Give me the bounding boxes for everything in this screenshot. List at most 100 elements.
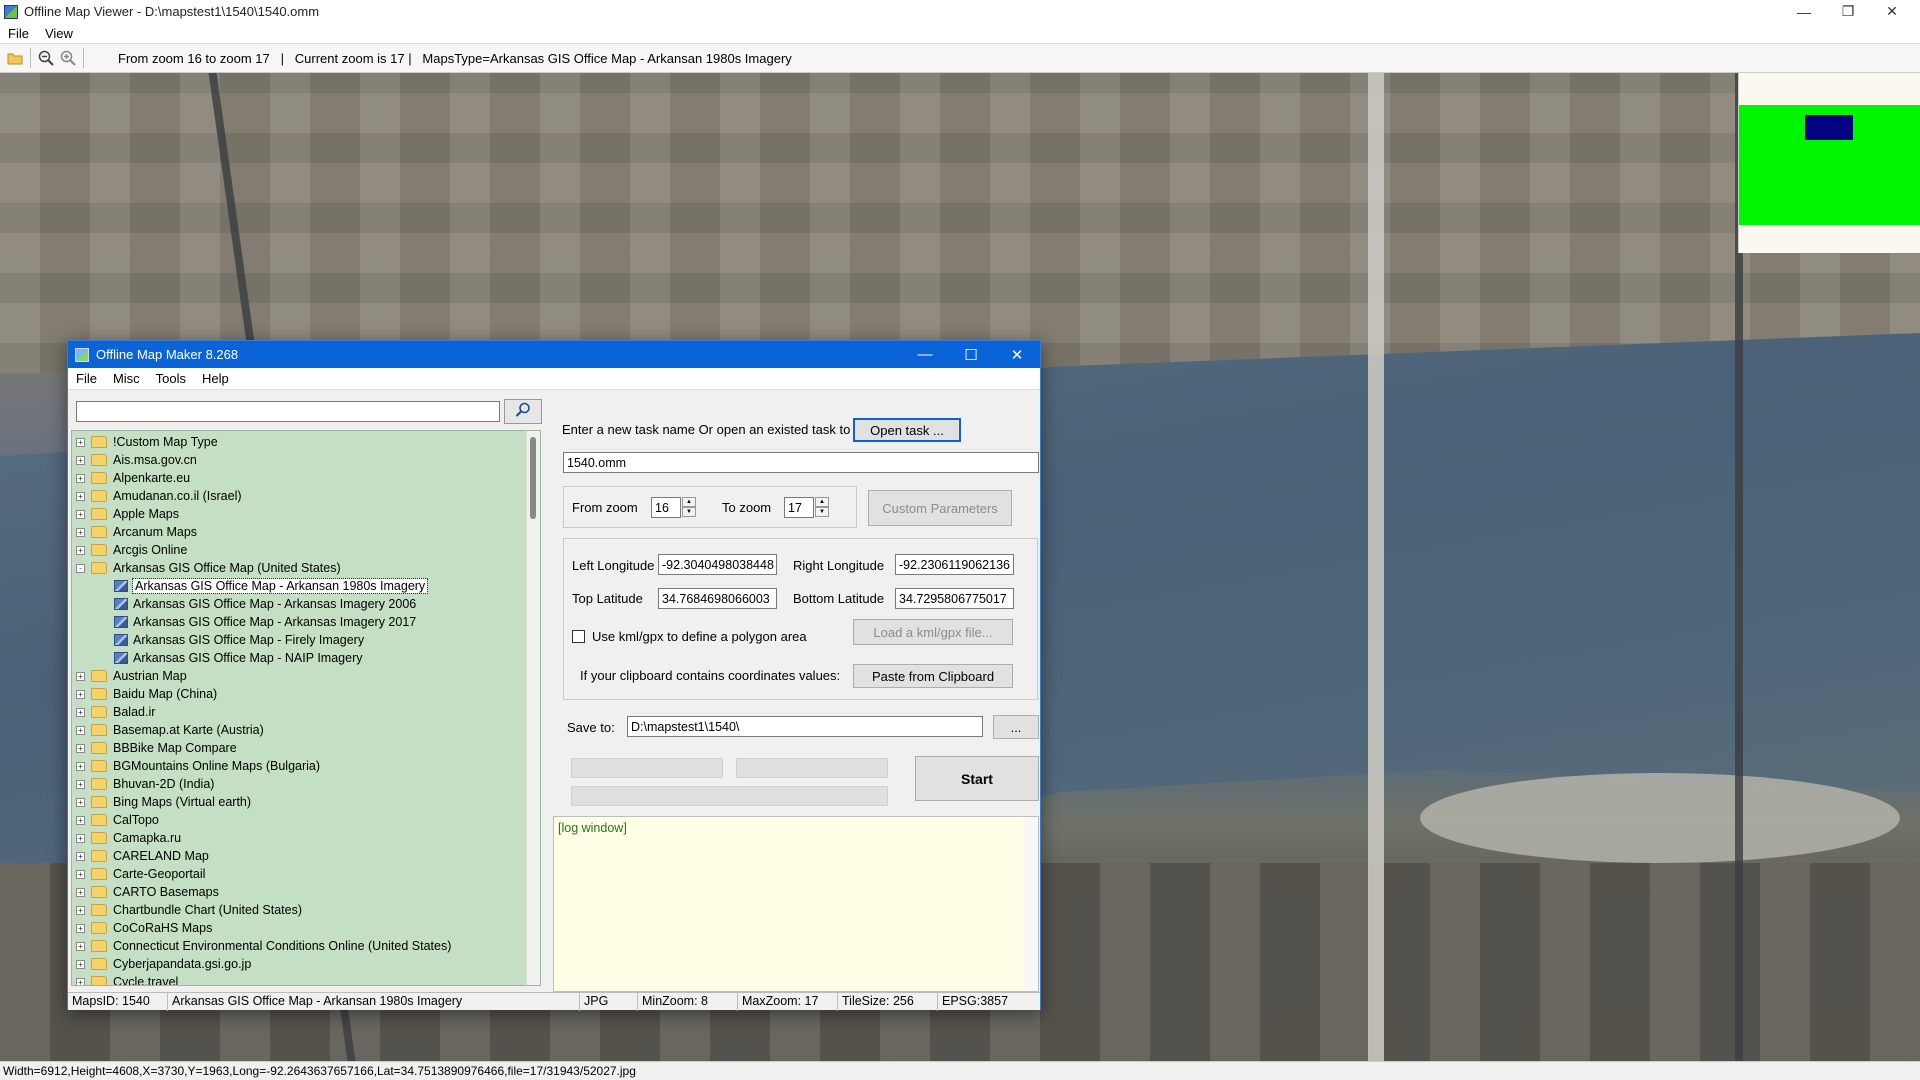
- overview-minimap[interactable]: [1738, 73, 1920, 253]
- tree-map-node[interactable]: Arkansas GIS Office Map - Arkansan 1980s…: [114, 577, 429, 595]
- expand-icon[interactable]: +: [76, 797, 85, 807]
- tree-folder-node[interactable]: + Carte-Geoportail: [76, 865, 205, 883]
- expand-icon[interactable]: +: [76, 905, 85, 915]
- dialog-menu-misc[interactable]: Misc: [105, 371, 148, 386]
- search-button[interactable]: [504, 399, 542, 424]
- tree-folder-node[interactable]: + Austrian Map: [76, 667, 187, 685]
- tree-node-label: Amudanan.co.il (Israel): [113, 489, 242, 503]
- tree-folder-node[interactable]: + Bhuvan-2D (India): [76, 775, 214, 793]
- tree-folder-node[interactable]: - Arkansas GIS Office Map (United States): [76, 559, 341, 577]
- tree-folder-node[interactable]: + Arcanum Maps: [76, 523, 197, 541]
- bottom-latitude-field[interactable]: 34.7295806775017: [895, 588, 1014, 609]
- menu-file[interactable]: File: [0, 26, 37, 41]
- expand-icon[interactable]: +: [76, 887, 85, 897]
- tree-folder-node[interactable]: + CARTO Basemaps: [76, 883, 219, 901]
- browse-button[interactable]: ...: [993, 715, 1039, 739]
- start-button[interactable]: Start: [915, 756, 1039, 801]
- restore-button[interactable]: ❐: [1826, 0, 1870, 23]
- expand-icon[interactable]: +: [76, 491, 85, 501]
- tree-map-node[interactable]: Arkansas GIS Office Map - Firely Imagery: [114, 631, 364, 649]
- expand-icon[interactable]: +: [76, 959, 85, 969]
- tree-folder-node[interactable]: + BBBike Map Compare: [76, 739, 237, 757]
- tree-folder-node[interactable]: + Ais.msa.gov.cn: [76, 451, 197, 469]
- from-zoom-stepper[interactable]: ▲ ▼: [682, 497, 696, 517]
- tree-map-node[interactable]: Arkansas GIS Office Map - Arkansas Image…: [114, 595, 416, 613]
- expand-icon[interactable]: +: [76, 743, 85, 753]
- expand-icon[interactable]: +: [76, 923, 85, 933]
- dialog-close-button[interactable]: ✕: [994, 341, 1040, 368]
- tree-folder-node[interactable]: + Bing Maps (Virtual earth): [76, 793, 251, 811]
- expand-icon[interactable]: +: [76, 509, 85, 519]
- expand-icon[interactable]: +: [76, 779, 85, 789]
- paste-clipboard-button[interactable]: Paste from Clipboard: [853, 664, 1013, 688]
- expand-icon[interactable]: +: [76, 455, 85, 465]
- expand-icon[interactable]: +: [76, 977, 85, 985]
- expand-icon[interactable]: +: [76, 671, 85, 681]
- tree-folder-node[interactable]: + CoCoRaHS Maps: [76, 919, 212, 937]
- expand-icon[interactable]: +: [76, 437, 85, 447]
- expand-icon[interactable]: +: [76, 851, 85, 861]
- tree-folder-node[interactable]: + Amudanan.co.il (Israel): [76, 487, 242, 505]
- tree-folder-node[interactable]: + Camapka.ru: [76, 829, 181, 847]
- use-kml-checkbox[interactable]: [572, 630, 585, 643]
- tree-folder-node[interactable]: + Basemap.at Karte (Austria): [76, 721, 264, 739]
- dialog-menu-tools[interactable]: Tools: [148, 371, 194, 386]
- save-path-field[interactable]: D:\mapstest1\1540\: [627, 716, 983, 737]
- tree-folder-node[interactable]: + Arcgis Online: [76, 541, 187, 559]
- tree-folder-node[interactable]: + !Custom Map Type: [76, 433, 218, 451]
- tree-folder-node[interactable]: + BGMountains Online Maps (Bulgaria): [76, 757, 320, 775]
- open-task-button[interactable]: Open task ...: [853, 418, 961, 442]
- tree-folder-node[interactable]: + Baidu Map (China): [76, 685, 217, 703]
- left-longitude-field[interactable]: -92.3040498038448: [658, 554, 777, 575]
- tree-folder-node[interactable]: + Apple Maps: [76, 505, 179, 523]
- close-button[interactable]: ✕: [1870, 0, 1914, 23]
- expand-icon[interactable]: +: [76, 689, 85, 699]
- collapse-icon[interactable]: -: [76, 563, 85, 573]
- tree-folder-node[interactable]: + Balad.ir: [76, 703, 155, 721]
- dialog-menu-file[interactable]: File: [68, 371, 105, 386]
- to-zoom-stepper[interactable]: ▲ ▼: [815, 497, 829, 517]
- expand-icon[interactable]: +: [76, 833, 85, 843]
- log-window[interactable]: [log window]: [553, 816, 1039, 992]
- map-type-search-input[interactable]: [76, 401, 500, 422]
- expand-icon[interactable]: +: [76, 545, 85, 555]
- expand-icon[interactable]: +: [76, 941, 85, 951]
- tree-folder-node[interactable]: + Cycle.travel: [76, 973, 178, 985]
- minimap-current-view[interactable]: [1805, 115, 1853, 140]
- expand-icon[interactable]: +: [76, 815, 85, 825]
- expand-icon[interactable]: +: [76, 527, 85, 537]
- to-zoom-value[interactable]: 17: [784, 497, 814, 518]
- tree-folder-node[interactable]: + Alpenkarte.eu: [76, 469, 190, 487]
- zoom-out-icon[interactable]: [35, 47, 57, 69]
- tree-scrollbar[interactable]: [526, 431, 540, 985]
- expand-icon[interactable]: +: [76, 869, 85, 879]
- dialog-menu-help[interactable]: Help: [194, 371, 237, 386]
- log-scrollbar[interactable]: [1024, 817, 1038, 991]
- tree-folder-node[interactable]: + Cyberjapandata.gsi.go.jp: [76, 955, 251, 973]
- custom-parameters-button[interactable]: Custom Parameters: [868, 490, 1012, 526]
- use-kml-label: Use kml/gpx to define a polygon area: [592, 629, 807, 644]
- tree-map-node[interactable]: Arkansas GIS Office Map - Arkansas Image…: [114, 613, 416, 631]
- right-longitude-field[interactable]: -92.2306119062136: [895, 554, 1014, 575]
- dialog-minimize-button[interactable]: —: [902, 341, 948, 368]
- expand-icon[interactable]: +: [76, 761, 85, 771]
- dialog-maximize-button[interactable]: ☐: [948, 341, 994, 368]
- tree-folder-node[interactable]: + CalTopo: [76, 811, 159, 829]
- minimize-button[interactable]: —: [1782, 0, 1826, 23]
- expand-icon[interactable]: +: [76, 707, 85, 717]
- map-type-tree[interactable]: + !Custom Map Type + Ais.msa.gov.cn + Alpenka…: [71, 430, 541, 986]
- top-latitude-field[interactable]: 34.7684698066003: [658, 588, 777, 609]
- zoom-in-icon[interactable]: [57, 47, 79, 69]
- tree-folder-node[interactable]: + Connecticut Environmental Conditions On…: [76, 937, 451, 955]
- tree-scrollbar-thumb[interactable]: [530, 437, 536, 519]
- menu-view[interactable]: View: [37, 26, 81, 41]
- expand-icon[interactable]: +: [76, 725, 85, 735]
- tree-folder-node[interactable]: + CARELAND Map: [76, 847, 209, 865]
- open-folder-icon[interactable]: [4, 47, 26, 69]
- load-kml-button[interactable]: Load a kml/gpx file...: [853, 619, 1013, 645]
- expand-icon[interactable]: +: [76, 473, 85, 483]
- from-zoom-value[interactable]: 16: [651, 497, 681, 518]
- task-name-field[interactable]: 1540.omm: [563, 452, 1039, 473]
- tree-folder-node[interactable]: + Chartbundle Chart (United States): [76, 901, 302, 919]
- tree-map-node[interactable]: Arkansas GIS Office Map - NAIP Imagery: [114, 649, 362, 667]
